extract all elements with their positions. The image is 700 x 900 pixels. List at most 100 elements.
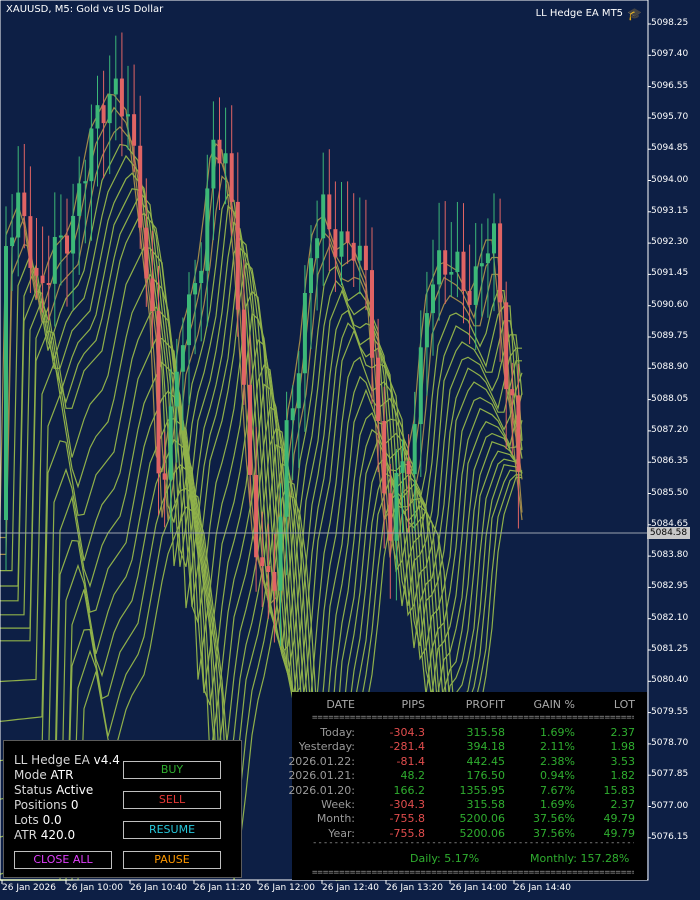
time-tick-label: 26 Jan 11:20 bbox=[194, 883, 251, 893]
candle-body bbox=[455, 251, 460, 272]
stats-cell-date: 2026.01.21: bbox=[288, 769, 355, 783]
buy-button[interactable]: BUY bbox=[123, 761, 221, 779]
time-tick-label: 26 Jan 10:40 bbox=[130, 883, 187, 893]
candle-body bbox=[284, 420, 289, 517]
candle-body bbox=[113, 78, 118, 95]
candle-body bbox=[260, 557, 265, 567]
price-tick-label: 5088.05 bbox=[651, 393, 689, 404]
time-tick-label: 26 Jan 10:00 bbox=[66, 883, 123, 893]
price-tick-label: 5077.85 bbox=[651, 769, 689, 780]
candle-body bbox=[382, 420, 387, 494]
stats-cell-gain: 37.56% bbox=[533, 812, 575, 826]
candle-body bbox=[485, 253, 490, 264]
candle-body bbox=[266, 566, 271, 572]
stats-cell-lot: 3.53 bbox=[610, 754, 636, 768]
price-tick-label: 5098.25 bbox=[651, 18, 689, 28]
price-tick-label: 5093.15 bbox=[651, 205, 689, 216]
panel-title: LL Hedge EA bbox=[14, 753, 90, 767]
header-gain: GAIN % bbox=[533, 698, 575, 711]
candle-body bbox=[412, 424, 417, 475]
stats-cell-profit: 176.50 bbox=[466, 769, 506, 783]
candle-body bbox=[193, 283, 198, 295]
candle-body bbox=[77, 183, 82, 216]
candle-body bbox=[467, 290, 472, 305]
candle-body bbox=[418, 347, 423, 425]
price-tick-label: 5097.40 bbox=[651, 49, 689, 60]
time-tick-label: 26 Jan 2026 bbox=[2, 883, 56, 893]
candle-body bbox=[504, 302, 509, 390]
stats-cell-date: 2026.01.20: bbox=[288, 783, 355, 797]
candle-body bbox=[370, 270, 374, 358]
stats-cell-date: 2026.01.22: bbox=[288, 754, 355, 768]
candle-body bbox=[400, 461, 405, 473]
candle-body bbox=[333, 229, 338, 257]
price-tick-label: 5079.55 bbox=[651, 706, 689, 717]
sell-button[interactable]: SELL bbox=[123, 791, 221, 809]
candle-body bbox=[199, 270, 204, 284]
candle-body bbox=[168, 406, 173, 480]
candle-body bbox=[296, 373, 301, 409]
stats-cell-pips: 48.2 bbox=[400, 769, 426, 783]
header-pips: PIPS bbox=[401, 698, 426, 711]
stats-cell-lot: 2.37 bbox=[610, 726, 636, 739]
mode-value: ATR bbox=[50, 768, 74, 782]
stats-row: 2026.01.22: -81.4 442.45 2.38% 3.53 bbox=[288, 754, 647, 769]
candle-body bbox=[16, 192, 21, 238]
lots-label: Lots bbox=[14, 813, 39, 827]
candle-body bbox=[345, 231, 350, 243]
price-tick-label: 5076.15 bbox=[651, 831, 689, 842]
price-tick-label: 5081.25 bbox=[651, 644, 689, 654]
price-tick-label: 5083.80 bbox=[651, 550, 689, 561]
resume-button[interactable]: RESUME bbox=[123, 821, 221, 839]
header-date: DATE bbox=[326, 698, 355, 711]
candle-body bbox=[40, 275, 45, 284]
stats-cell-date: Week: bbox=[321, 798, 355, 811]
stats-row: Yesterday: -281.4 394.18 2.11% 1.98 bbox=[292, 740, 647, 754]
candle-body bbox=[449, 271, 454, 275]
stats-row: 2026.01.21: 48.2 176.50 0.94% 1.82 bbox=[288, 769, 647, 783]
stats-cell-date: Today: bbox=[320, 726, 355, 739]
price-tick-label: 5089.75 bbox=[651, 331, 689, 341]
ea-name: LL Hedge EA MT5 bbox=[535, 8, 624, 19]
stats-row: Week: -304.3 315.58 1.69% 2.37 bbox=[292, 798, 647, 812]
close-all-button[interactable]: CLOSE ALL bbox=[14, 851, 112, 869]
candle-body bbox=[510, 389, 515, 396]
candle-body bbox=[302, 293, 307, 374]
price-tick-label: 5082.95 bbox=[651, 581, 689, 592]
candle-body bbox=[235, 201, 240, 310]
candle-body bbox=[229, 153, 234, 202]
candle-body bbox=[351, 242, 356, 261]
pause-button[interactable]: PAUSE bbox=[123, 851, 221, 869]
stats-row: 2026.01.20: 166.2 1355.95 7.67% 15.83 bbox=[288, 783, 647, 798]
candle-body bbox=[138, 145, 143, 228]
mode-line: Mode ATR bbox=[14, 768, 73, 782]
candle-body bbox=[309, 258, 313, 294]
stats-cell-profit: 442.45 bbox=[466, 754, 506, 768]
candle-body bbox=[321, 194, 326, 239]
price-tick-label: 5092.30 bbox=[651, 237, 689, 248]
current-price-label: 5084.58 bbox=[647, 527, 690, 539]
time-tick-label: 26 Jan 12:00 bbox=[258, 883, 315, 893]
candle-body bbox=[388, 493, 393, 541]
candle-body bbox=[101, 105, 106, 124]
header-separator: ========================================… bbox=[312, 713, 634, 723]
price-tick-label: 5087.20 bbox=[651, 424, 689, 435]
stats-cell-profit: 394.18 bbox=[466, 740, 506, 754]
positions-line: Positions 0 bbox=[14, 798, 78, 812]
header-lot: LOT bbox=[613, 698, 635, 711]
candle-body bbox=[65, 235, 69, 254]
stats-cell-pips: 166.2 bbox=[393, 783, 426, 797]
status-line: Status Active bbox=[14, 783, 93, 797]
candle-body bbox=[327, 194, 332, 230]
price-tick-label: 5085.50 bbox=[651, 487, 689, 498]
candle-body bbox=[315, 238, 320, 259]
panel-title-line: LL Hedge EA v4.4 bbox=[14, 753, 120, 767]
stats-cell-gain: 1.69% bbox=[540, 726, 575, 739]
symbol-title: XAUUSD, M5: Gold vs US Dollar bbox=[6, 4, 164, 15]
stats-cell-gain: 2.11% bbox=[540, 740, 575, 754]
atr-label: ATR bbox=[14, 828, 37, 842]
atr-value: 420.0 bbox=[40, 828, 76, 842]
price-tick-label: 5086.35 bbox=[651, 456, 689, 467]
candle-body bbox=[126, 114, 130, 117]
stats-cell-gain: 2.38% bbox=[540, 754, 575, 768]
